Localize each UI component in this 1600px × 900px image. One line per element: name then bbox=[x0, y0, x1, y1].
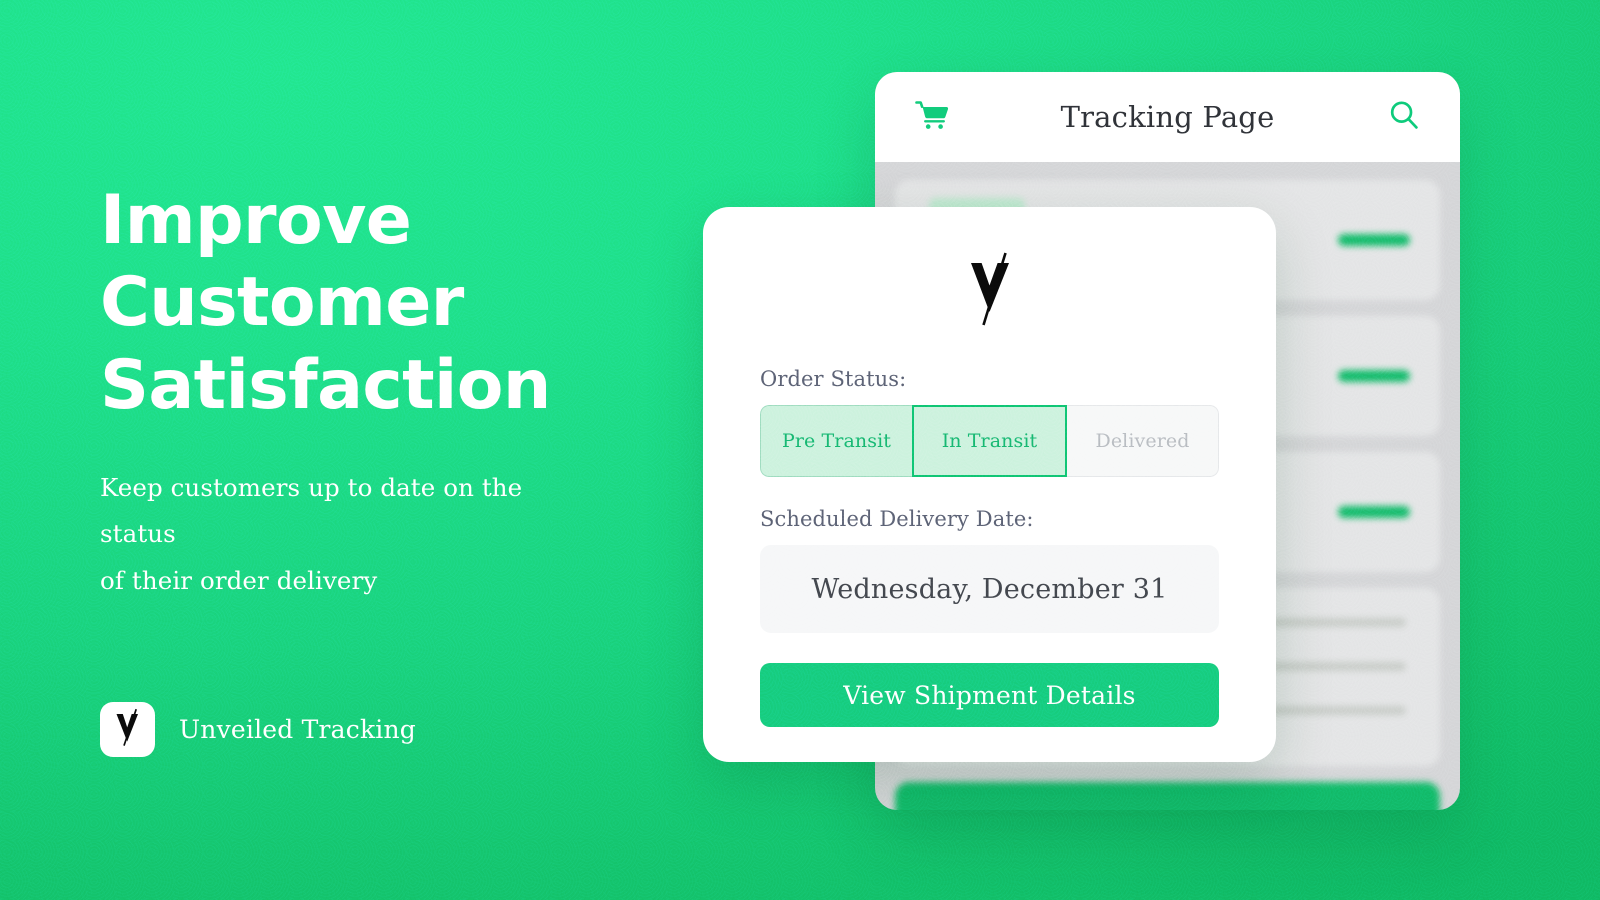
status-step-in-transit[interactable]: In Transit bbox=[912, 405, 1067, 477]
tracking-modal: Order Status: Pre Transit In Transit Del… bbox=[703, 207, 1276, 762]
status-bar bbox=[1338, 234, 1410, 246]
unveiled-v-slash-logo-icon bbox=[111, 707, 145, 752]
delivery-date-field[interactable]: Wednesday, December 31 bbox=[760, 545, 1219, 633]
brand-lockup: Unveiled Tracking bbox=[100, 702, 660, 758]
status-step-delivered[interactable]: Delivered bbox=[1067, 405, 1219, 477]
view-shipment-details-button[interactable]: View Shipment Details bbox=[760, 663, 1219, 727]
status-bar bbox=[1338, 370, 1410, 382]
brand-logo-badge bbox=[100, 702, 155, 758]
delivery-date-value: Wednesday, December 31 bbox=[811, 573, 1168, 605]
order-status-label: Order Status: bbox=[760, 367, 907, 391]
page-title: Improve Customer Satisfaction bbox=[100, 181, 551, 425]
view-shipment-details-label: View Shipment Details bbox=[843, 680, 1136, 710]
hero-subheadline: Keep customers up to date on the status … bbox=[100, 472, 523, 595]
modal-logo bbox=[760, 207, 1219, 367]
brand-name-label: Unveiled Tracking bbox=[179, 715, 417, 745]
promo-banner: Improve Customer Satisfaction Keep custo… bbox=[0, 0, 1600, 900]
phone-app-header: Tracking Page bbox=[875, 72, 1460, 162]
search-icon[interactable] bbox=[1388, 99, 1420, 136]
scheduled-delivery-date-label: Scheduled Delivery Date: bbox=[760, 507, 1034, 531]
hero-text-column: Improve Customer Satisfaction Keep custo… bbox=[100, 180, 660, 758]
unveiled-v-slash-logo-icon bbox=[958, 250, 1022, 333]
phone-primary-button[interactable] bbox=[895, 782, 1440, 810]
status-step-pre-transit[interactable]: Pre Transit bbox=[760, 405, 912, 477]
order-status-segmented-control[interactable]: Pre Transit In Transit Delivered bbox=[760, 405, 1219, 477]
shopping-cart-icon[interactable] bbox=[915, 100, 949, 135]
status-bar bbox=[1338, 506, 1410, 518]
phone-page-title: Tracking Page bbox=[1060, 100, 1275, 134]
